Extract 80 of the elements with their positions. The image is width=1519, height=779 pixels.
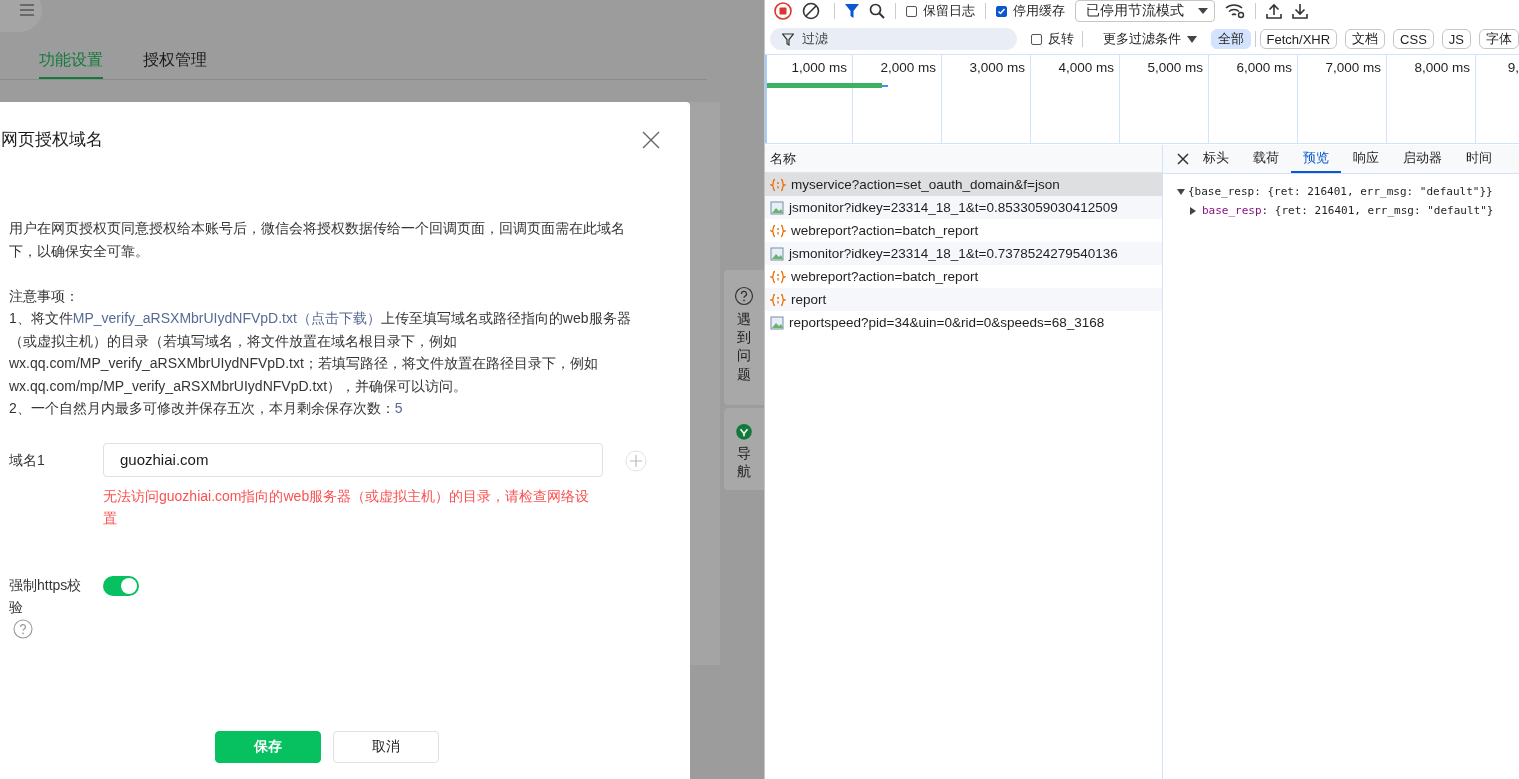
- image-icon: [770, 315, 784, 330]
- domain-input[interactable]: guozhiai.com: [103, 442, 603, 477]
- type-filter-button[interactable]: JS: [1441, 29, 1471, 49]
- field-label: 强制https校验: [9, 575, 83, 617]
- checkbox[interactable]: [1030, 33, 1042, 45]
- error-message: 无法访问guozhiai.com指向的web服务器（或虚拟主机）的目录，请检查网络设置: [103, 486, 591, 528]
- notes-heading: 注意事项：: [9, 286, 80, 306]
- tab[interactable]: 授权管理: [143, 50, 207, 79]
- checkbox-label: 保留日志: [923, 2, 975, 20]
- braces-icon: [770, 223, 786, 238]
- time-tick: 4,000 ms: [1058, 60, 1114, 75]
- filter-icon[interactable]: [845, 3, 859, 19]
- toggle-switch[interactable]: [103, 575, 139, 596]
- time-tick: 5,000 ms: [1147, 60, 1203, 75]
- side-button[interactable]: 导航: [724, 408, 764, 490]
- tab[interactable]: 标头: [1191, 145, 1241, 173]
- collapsed-arrow-icon[interactable]: [1189, 206, 1197, 215]
- column-header: 名称: [770, 149, 796, 168]
- checkbox[interactable]: [906, 5, 917, 17]
- close-icon[interactable]: [642, 130, 660, 149]
- note-text: 1、将文件MP_verify_aRSXMbrUIydNFVpD.txt（点击下载）上传至填写域名或路径指向的web服务器（或虚拟主机）的目录（若填写域名，将文件放置在域名根目录下，例如wx.qq.com/MP_verify_aRSXMbrUIydNFVpD.txt；若填写路径，将文件放置在路径目录下，例如wx.qq.com/mp/MP_verify_aRSXMbrUIydNFVpD.txt），并确保可以访问。: [9, 309, 632, 396]
- tab[interactable]: 预览: [1291, 145, 1341, 173]
- type-filter-button[interactable]: Fetch/XHR: [1259, 29, 1338, 49]
- logo-icon: [735, 424, 753, 440]
- help-icon: [734, 286, 754, 306]
- image-icon: [770, 200, 784, 215]
- tab[interactable]: 时间: [1454, 145, 1504, 173]
- time-tick: 9,: [1507, 60, 1519, 75]
- type-filter-button[interactable]: CSS: [1393, 29, 1434, 49]
- more-filters-dropdown[interactable]: 更多过滤条件: [1102, 30, 1197, 48]
- time-tick: 1,000 ms: [791, 60, 847, 75]
- request-row[interactable]: reportspeed?pid=34&uin=0&rid=0&speeds=68_3168: [765, 311, 1162, 334]
- braces-icon: [770, 177, 786, 192]
- checkbox[interactable]: [996, 5, 1007, 17]
- checkbox-label: 停用缓存: [1013, 2, 1065, 20]
- dialog-title: 网页授权域名: [1, 129, 103, 151]
- type-filter-button[interactable]: 文档: [1345, 29, 1386, 49]
- request-row[interactable]: webreport?action=batch_report: [765, 265, 1162, 288]
- caret-icon: [1198, 8, 1208, 14]
- side-button[interactable]: 遇到问题: [724, 270, 764, 405]
- expanded-arrow-icon[interactable]: [1177, 187, 1185, 196]
- caret-icon: [1186, 35, 1197, 43]
- filter-icon: [782, 32, 794, 46]
- throttling-dropdown[interactable]: 已停用节流模式: [1075, 0, 1215, 22]
- network-settings-icon[interactable]: [1225, 3, 1245, 19]
- request-row[interactable]: jsmonitor?idkey=23314_18_1&t=0.8533059030412509: [765, 196, 1162, 219]
- description-text: 用户在网页授权页同意授权给本账号后，微信会将授权数据传给一个回调页面，回调页面需在此域名下，以确保安全可靠。: [9, 219, 626, 261]
- upload-icon[interactable]: [1266, 3, 1282, 19]
- request-row[interactable]: webreport?action=batch_report: [765, 219, 1162, 242]
- stop-recording-icon[interactable]: [774, 2, 792, 20]
- braces-icon: [770, 292, 786, 307]
- note-text: 2、一个自然月内最多可修改并保存五次，本月剩余保存次数：5: [9, 399, 404, 418]
- request-row[interactable]: jsmonitor?idkey=23314_18_1&t=0.7378524279540136: [765, 242, 1162, 265]
- braces-icon: [770, 269, 786, 284]
- time-tick: 6,000 ms: [1236, 60, 1292, 75]
- download-link[interactable]: MP_verify_aRSXMbrUIydNFVpD.txt（点击下载）: [72, 310, 381, 326]
- request-row[interactable]: report: [765, 288, 1162, 311]
- json-summary: {base_resp: {ret: 216401, err_msg: "default"}}: [1188, 184, 1493, 200]
- checkbox-label: 反转: [1047, 30, 1074, 48]
- time-tick: 7,000 ms: [1325, 60, 1381, 75]
- check-icon: [997, 6, 1006, 16]
- cancel-button[interactable]: 取消: [333, 731, 439, 763]
- filter-field[interactable]: 过滤: [770, 28, 1017, 50]
- tab[interactable]: 响应: [1341, 145, 1391, 173]
- field-label: 域名1: [9, 450, 46, 470]
- search-icon[interactable]: [869, 3, 885, 19]
- image-icon: [770, 246, 784, 261]
- type-filter-button[interactable]: 全部: [1210, 29, 1251, 49]
- time-tick: 2,000 ms: [880, 60, 936, 75]
- download-icon[interactable]: [1292, 3, 1308, 19]
- tab[interactable]: 启动器: [1391, 145, 1454, 173]
- time-tick: 3,000 ms: [969, 60, 1025, 75]
- help-icon[interactable]: [13, 618, 33, 639]
- json-entry: base_resp: {ret: 216401, err_msg: "default"}: [1202, 203, 1494, 219]
- time-tick: 8,000 ms: [1414, 60, 1470, 75]
- request-row[interactable]: myservice?action=set_oauth_domain&f=json: [765, 173, 1162, 196]
- type-filter-button[interactable]: 字体: [1479, 29, 1519, 49]
- close-icon[interactable]: [1177, 153, 1189, 165]
- tab[interactable]: 载荷: [1241, 145, 1291, 173]
- clear-icon[interactable]: [802, 2, 820, 20]
